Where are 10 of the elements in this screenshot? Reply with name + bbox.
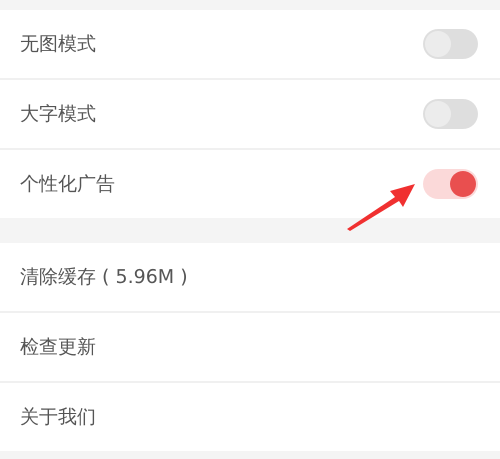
toggle-switch[interactable] bbox=[423, 169, 478, 199]
setting-link[interactable]: 检查更新 bbox=[20, 334, 96, 360]
toggle-switch[interactable] bbox=[423, 29, 478, 59]
setting-link[interactable]: 关于我们 bbox=[20, 404, 96, 430]
setting-link[interactable]: 清除缓存 ( 5.96M ) bbox=[20, 264, 188, 290]
toggle-switch[interactable] bbox=[423, 99, 478, 129]
setting-label: 无图模式 bbox=[20, 32, 96, 57]
setting-label: 大字模式 bbox=[20, 102, 96, 127]
arrow-icon bbox=[345, 181, 417, 231]
setting-label: 个性化广告 bbox=[20, 172, 115, 197]
